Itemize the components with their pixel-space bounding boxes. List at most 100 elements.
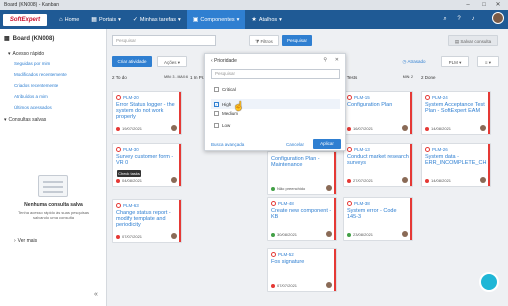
pin-icon[interactable]: ⚲ [323, 57, 327, 63]
checkbox[interactable] [214, 123, 219, 128]
card-title: Configuration Plan [347, 102, 393, 108]
quick-link-assigned[interactable]: Atribuídos a mim [14, 94, 48, 99]
saved-queries-header[interactable]: ▾ Consultas salvas [4, 117, 46, 123]
quick-access-header[interactable]: ▾ Acesso rápido [8, 51, 44, 57]
advanced-search-link[interactable]: Busca avançada [211, 142, 244, 147]
status-dot [425, 178, 429, 183]
quick-access-label: Acesso rápido [12, 51, 45, 57]
window-titlebar: Board (KN008) - Kanban – □ ✕ [0, 0, 508, 10]
kanban-card[interactable]: PLM-24 System Acceptance Test Plan - Soft… [421, 91, 491, 135]
priority-filter-popup: ‹ Prioridade ⚲ ✕ Pesquisar Critical ✓ Hig… [204, 53, 346, 151]
nav-my-tasks[interactable]: ✓ Minhas tarefas ▾ [127, 10, 187, 29]
card-id: PLM-20 [123, 95, 139, 100]
chevron-down-icon: ▾ [8, 51, 11, 57]
create-activity-button[interactable]: Criar atividade [112, 56, 152, 67]
popup-search-input[interactable]: Pesquisar [211, 69, 340, 79]
board-icon: ▦ [4, 36, 10, 42]
avatar [171, 233, 177, 239]
top-navigation: SoftExpert ⌂ Home ▦ Portais ▾ ✓ Minhas taref… [0, 10, 508, 29]
card-date: 04/08/2021 [122, 178, 143, 183]
kanban-card[interactable]: Configuration Plan - Maintenance Não pree… [267, 151, 337, 195]
kanban-card[interactable]: PLM-52 Fos signature 07/07/2021 [267, 248, 337, 292]
collapse-sidebar-icon[interactable]: « [94, 291, 98, 298]
option-high[interactable]: ✓ High [211, 99, 340, 109]
filters-button[interactable]: ⧩ Filtros [249, 35, 279, 46]
kanban-card[interactable]: PLM-63 Change status report - modify temp… [112, 199, 182, 243]
card-id: PLM-38 [354, 201, 370, 206]
maximize-icon[interactable]: □ [478, 0, 490, 10]
quick-link-modified[interactable]: Modificados recentemente [14, 72, 67, 77]
delayed-label: Atrasado [407, 59, 426, 64]
close-icon[interactable]: ✕ [492, 0, 504, 10]
kanban-card[interactable]: PLM-15 Configuration Plan 16/07/2021 [343, 91, 413, 135]
see-more-link[interactable]: › Ver mais [14, 238, 37, 244]
checkbox[interactable]: ✓ [214, 101, 219, 107]
card-id: PLM-26 [432, 147, 448, 152]
error-icon [116, 147, 121, 152]
bell-icon[interactable]: ♪ [468, 14, 478, 24]
window-title: Board (KN008) - Kanban [4, 2, 60, 8]
nav-home-label: Home [64, 16, 80, 23]
minimize-icon[interactable]: – [462, 0, 474, 10]
kanban-card[interactable]: PLM-20 Error Status logger - the system d… [112, 91, 182, 135]
status-dot [347, 232, 351, 237]
error-icon [347, 201, 352, 206]
search-input[interactable]: Pesquisar [112, 35, 216, 46]
avatar [480, 125, 486, 131]
chevron-left-icon[interactable]: ‹ [211, 58, 213, 64]
chevron-right-icon: › [14, 238, 16, 244]
error-icon [271, 252, 276, 257]
checkbox[interactable] [214, 111, 219, 116]
checkbox[interactable] [214, 87, 219, 92]
column-count: 2 [421, 74, 424, 80]
chevron-down-icon: ▾ [177, 60, 181, 65]
avatar [171, 125, 177, 131]
chevron-down-icon: ▾ [4, 117, 7, 123]
avatar [326, 231, 332, 237]
nav-shortcuts[interactable]: ★ Atalhos ▾ [245, 10, 288, 29]
search-button[interactable]: Pesquisar [282, 35, 312, 46]
cancel-button[interactable]: Cancelar [286, 142, 304, 147]
card-date: 23/08/2021 [353, 232, 374, 237]
kanban-card[interactable]: PLM-48 Create new component - KB 30/08/202… [267, 197, 337, 241]
kanban-card[interactable]: PLM-30 Survey customer form - VR 0 04/08/2… [112, 143, 182, 187]
card-date: 19/07/2021 [122, 126, 143, 131]
avatar [402, 177, 408, 183]
view-menu-button[interactable]: ≡ ▾ [477, 56, 499, 67]
avatar [326, 282, 332, 288]
save-query-button[interactable]: ▤ Salvar consulta [448, 35, 498, 46]
brand-logo[interactable]: SoftExpert [3, 13, 47, 26]
avatar [171, 177, 177, 183]
card-title: System data - ERR_INCOMPLETE_CH [425, 154, 487, 166]
quick-link-last-accessed[interactable]: Últimos acessados [14, 105, 52, 110]
help-icon[interactable]: ? [454, 14, 464, 24]
kanban-card[interactable]: PLM-38 System error - Code 145-3 23/08/202… [343, 197, 413, 241]
components-icon: ▣ [192, 17, 199, 23]
search-icon[interactable]: ⌕ [440, 14, 450, 24]
delayed-filter[interactable]: ◷ Atrasado [396, 56, 432, 67]
option-low[interactable]: Low [214, 123, 230, 128]
status-dot [271, 283, 275, 288]
save-icon: ▤ [454, 39, 460, 44]
user-avatar[interactable] [492, 12, 504, 24]
close-icon[interactable]: ✕ [335, 57, 339, 63]
option-critical[interactable]: Critical [214, 87, 236, 92]
column-name: To do [115, 74, 127, 80]
card-title: Create new component - KB [271, 208, 332, 220]
filters-label: Filtros [260, 39, 273, 44]
actions-button[interactable]: Ações ▾ [157, 56, 187, 67]
kanban-card[interactable]: PLM-26 System data - ERR_INCOMPLETE_CH 14/… [421, 143, 491, 187]
column-header: 3 TestsMIN: 2 [343, 71, 419, 83]
quick-link-created[interactable]: Criados recentemente [14, 83, 58, 88]
chat-icon[interactable] [479, 272, 499, 292]
nav-components[interactable]: ▣ Componentes ▾ [186, 10, 246, 29]
apply-button[interactable]: Aplicar [313, 139, 341, 149]
filter-icon: ⧩ [255, 39, 260, 44]
quick-link-following[interactable]: Seguidas por mim [14, 61, 50, 66]
kanban-card[interactable]: PLM-13 Conduct market research surveys 27/… [343, 143, 413, 187]
nav-portals[interactable]: ▦ Portais ▾ [85, 10, 127, 29]
empty-title: Nenhuma consulta salva [24, 202, 83, 208]
card-id: PLM-63 [123, 203, 139, 208]
nav-home[interactable]: ⌂ Home [53, 10, 85, 29]
plm-select[interactable]: PLM ▾ [441, 56, 469, 67]
